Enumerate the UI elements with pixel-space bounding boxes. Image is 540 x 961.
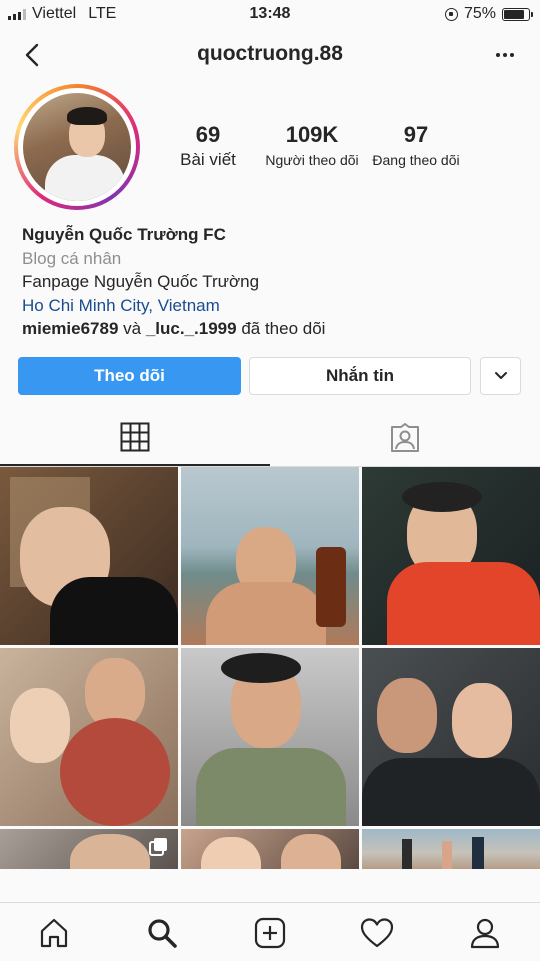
more-icon <box>496 53 500 57</box>
post-thumbnail[interactable] <box>362 648 540 826</box>
post-thumbnail[interactable] <box>362 467 540 645</box>
nav-profile[interactable] <box>465 913 505 953</box>
followed-by-and: và <box>123 319 142 338</box>
post-thumbnail[interactable] <box>181 648 359 826</box>
follow-button[interactable]: Theo dõi <box>18 357 241 395</box>
post-thumbnail[interactable] <box>0 829 178 869</box>
page-title: quoctruong.88 <box>197 42 343 65</box>
carousel-icon <box>149 838 167 856</box>
stat-posts[interactable]: 69 Bài viết <box>168 122 248 170</box>
stat-followers-value: 109K <box>285 122 339 147</box>
add-icon <box>254 917 286 949</box>
follower-username-2[interactable]: _luc._.1999 <box>146 319 237 338</box>
nav-activity[interactable] <box>357 913 397 953</box>
bio-text: Fanpage Nguyễn Quốc Trường <box>22 272 260 291</box>
post-thumbnail[interactable] <box>181 829 359 869</box>
search-icon <box>148 919 177 948</box>
post-thumbnail[interactable] <box>0 467 178 645</box>
follower-username-1[interactable]: miemie6789 <box>22 319 118 338</box>
display-name: Nguyễn Quốc Trường FC <box>22 225 226 244</box>
battery-percent: 75% <box>463 5 496 22</box>
followed-by[interactable]: miemie6789 và _luc._.1999 đã theo dõi <box>22 317 522 341</box>
profile-actions: Theo dõi Nhắn tin <box>18 357 522 395</box>
followed-by-suffix: đã theo dõi <box>241 319 326 338</box>
header: quoctruong.88 <box>0 30 540 80</box>
location-link[interactable]: Ho Chi Minh City, Vietnam <box>22 294 522 318</box>
post-thumbnail[interactable] <box>181 467 359 645</box>
message-button[interactable]: Nhắn tin <box>249 357 471 395</box>
bottom-navigation <box>0 902 540 961</box>
grid-icon <box>120 422 150 452</box>
nav-new-post[interactable] <box>250 913 290 953</box>
status-bar: Viettel LTE 13:48 75% <box>0 0 540 30</box>
rotation-lock-icon <box>444 7 458 21</box>
post-thumbnail[interactable] <box>0 648 178 826</box>
more-options-button[interactable] <box>490 43 520 67</box>
home-icon <box>40 918 68 948</box>
stat-following[interactable]: 97 Đang theo dõi <box>366 122 466 168</box>
category-label: Blog cá nhân <box>22 248 122 268</box>
heart-icon <box>360 918 394 948</box>
stat-posts-value: 69 <box>195 122 221 147</box>
story-ring[interactable] <box>14 84 140 210</box>
post-thumbnail[interactable] <box>362 829 540 869</box>
stat-following-value: 97 <box>403 122 429 147</box>
nav-search[interactable] <box>142 913 182 953</box>
suggested-accounts-button[interactable] <box>480 357 521 395</box>
tab-posts[interactable] <box>0 410 270 466</box>
avatar[interactable] <box>23 93 131 201</box>
profile-icon <box>470 918 500 949</box>
chevron-down-icon <box>494 372 507 379</box>
stat-followers[interactable]: 109K Người theo dõi <box>258 122 366 168</box>
nav-home[interactable] <box>34 913 74 953</box>
profile-tabs <box>0 410 540 467</box>
stat-followers-label: Người theo dõi <box>265 152 359 168</box>
stat-following-label: Đang theo dõi <box>372 152 460 168</box>
stat-posts-label: Bài viết <box>180 150 236 169</box>
tagged-icon <box>391 422 419 452</box>
profile-bio: Nguyễn Quốc Trường FC Blog cá nhân Fanpa… <box>22 223 522 341</box>
tab-tagged[interactable] <box>270 410 540 465</box>
battery-icon <box>502 7 533 21</box>
